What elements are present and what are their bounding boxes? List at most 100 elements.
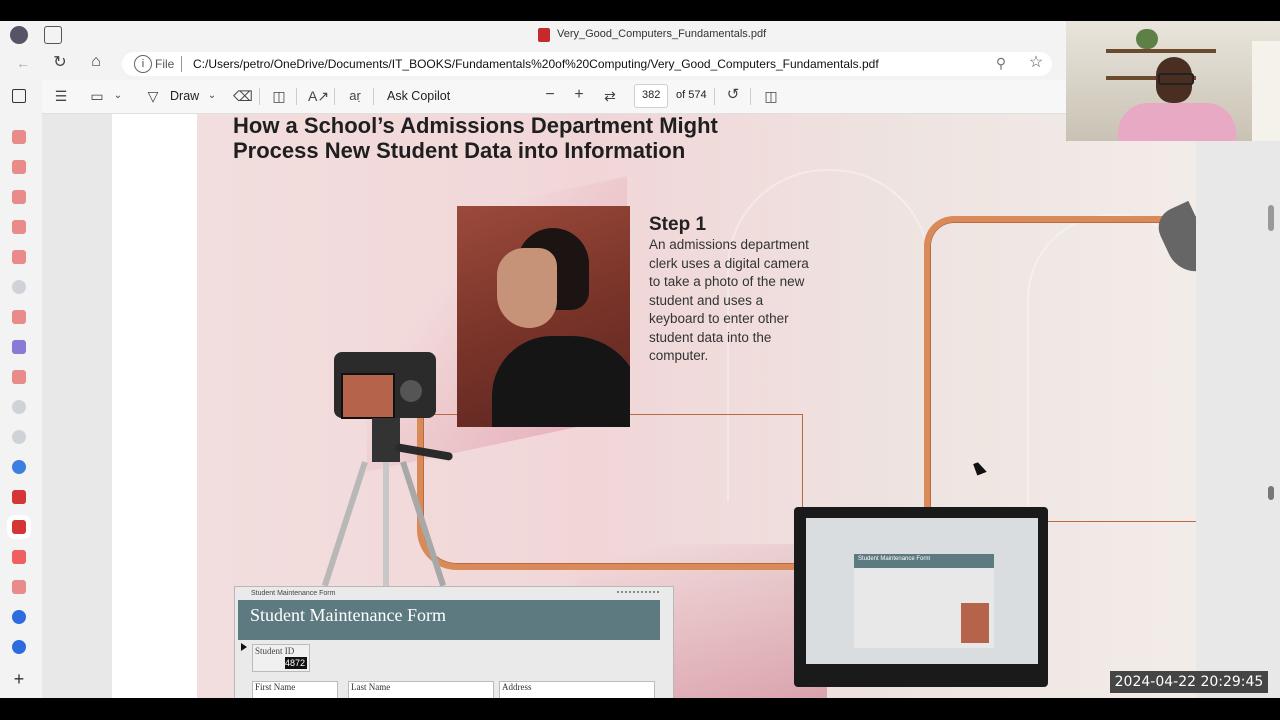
tripod-leg [383,462,389,588]
address-label: Address [502,682,532,692]
tab-pdf-icon[interactable] [12,190,26,204]
student-id-label: Student ID [255,646,295,656]
zoom-in-icon[interactable]: + [570,86,588,104]
draw-button[interactable]: Draw [170,89,199,103]
recording-timestamp: 2024-04-22 20:29:45 [1110,671,1268,693]
student-id-group: Student ID 4872 [252,644,310,672]
person-body [492,336,630,427]
window-light [1252,41,1280,141]
tab-pdf-icon[interactable] [12,250,26,264]
info-icon[interactable]: i [134,55,152,73]
top-black-bar [0,0,1280,21]
tab-generic-icon[interactable] [12,430,26,444]
bottom-black-bar [0,698,1280,720]
plant [1136,29,1158,49]
student-id-field[interactable]: 4872 [285,657,307,669]
toolbar-divider [296,88,297,105]
tab-pdf-icon[interactable] [12,220,26,234]
read-aloud-icon[interactable]: A↗ [308,87,329,105]
address-scheme: File [155,57,175,71]
webcam-overlay [1066,21,1280,141]
highlight-icon[interactable]: ▭ [88,87,106,105]
form-window-title: Student Maintenance Form [251,590,336,597]
address-url[interactable]: C:/Users/petro/OneDrive/Documents/IT_BOO… [193,57,879,71]
title-bar: Very_Good_Computers_Fundamentals.pdf [0,21,1066,48]
last-name-label: Last Name [351,682,391,692]
text-box-icon[interactable]: ◫ [270,87,288,105]
tab-zoom-icon[interactable] [12,610,26,624]
ask-copilot-button[interactable]: Ask Copilot [387,89,450,103]
tab-mail-icon[interactable] [12,340,26,354]
form-header: Student Maintenance Form [238,600,660,640]
toolbar-divider [334,88,335,105]
chevron-down-icon[interactable]: ⌄ [206,87,218,105]
record-selector [241,643,247,651]
back-arrow-icon[interactable]: ← [14,54,32,72]
tab-youtube-icon[interactable] [12,550,26,564]
scrollbar-thumb[interactable] [1268,205,1274,231]
page-heading: How a School’s Admissions Department Mig… [233,113,753,163]
scrollbar-thumb[interactable] [1268,486,1274,500]
toolbar-divider [714,88,715,105]
chevron-down-icon[interactable]: ⌄ [112,87,124,105]
toolbar-divider [373,88,374,105]
zoom-out-icon[interactable]: − [541,86,559,104]
tab-generic-icon[interactable] [12,280,26,294]
monitor-form-header: Student Maintenance Form [854,554,994,568]
tab-pdf-icon[interactable] [12,580,26,594]
tab-pdf-icon[interactable] [12,370,26,384]
monitor-student-photo [961,603,989,643]
camera-screen [341,373,395,419]
heading-line-2: Process New Student Data into Informatio… [233,138,686,163]
tab-title: Very_Good_Computers_Fundamentals.pdf [557,28,767,40]
zoom-icon[interactable]: ⚲ [992,54,1010,72]
tab-pdf-icon[interactable] [12,310,26,324]
student-photo [457,206,630,427]
data-cable [417,414,803,570]
window-controls [617,591,659,599]
eraser-icon[interactable]: ⌫ [233,87,253,105]
step-1-body: An admissions department clerk uses a di… [649,237,809,363]
contents-list-icon[interactable]: ☰ [52,87,70,105]
tab-c-icon[interactable] [12,460,26,474]
toolbar-divider [259,88,260,105]
tab-pdf-icon[interactable] [12,130,26,144]
data-cable [924,216,1196,522]
page-total: of 574 [676,89,707,101]
workspaces-icon[interactable] [44,26,62,44]
refresh-icon[interactable]: ↻ [51,54,69,72]
draw-pen-icon[interactable]: ▽ [144,87,162,105]
tab-pdf-active-icon[interactable] [12,520,26,534]
tab-pdf-icon[interactable] [12,490,26,504]
favorite-star-icon[interactable]: ☆ [1027,54,1045,72]
vertical-tabs-sidebar: + [0,80,42,698]
toolbar-divider [750,88,751,105]
pdf-file-icon [538,28,550,42]
profile-avatar[interactable] [10,26,28,44]
new-tab-plus-icon[interactable]: + [10,670,28,688]
monitor-screen: Student Maintenance Form [806,518,1038,664]
first-name-label: First Name [255,682,296,692]
address-divider [181,56,182,72]
presenter-glasses [1158,73,1194,85]
rotate-icon[interactable]: ↺ [724,86,742,104]
fit-to-width-icon[interactable]: ⇄ [601,87,619,105]
wall-shelf [1106,49,1216,53]
monitor-form-title: Student Maintenance Form [858,556,931,562]
tripod-head [372,418,400,462]
person-face [497,248,557,328]
sidebar-toggle-icon[interactable] [12,89,26,103]
step-1-title: Step 1 [649,214,707,235]
pdf-toolbar: ☰ ▭ ⌄ ▽ Draw ⌄ ⌫ ◫ A↗ aṛ Ask Copilot − +… [42,80,1066,114]
tab-generic-icon[interactable] [12,400,26,414]
address-bar[interactable]: i File C:/Users/petro/OneDrive/Documents… [122,52,1052,76]
presenter-shirt [1118,103,1236,141]
camera-dial [400,380,422,402]
translate-icon[interactable]: aṛ [345,87,365,105]
heading-line-1: How a School’s Admissions Department Mig… [233,113,718,138]
home-icon[interactable]: ⌂ [87,53,105,71]
tab-pdf-icon[interactable] [12,160,26,174]
page-number-value: 382 [642,89,661,101]
tab-zoom-icon[interactable] [12,640,26,654]
page-view-icon[interactable]: ◫ [762,87,780,105]
